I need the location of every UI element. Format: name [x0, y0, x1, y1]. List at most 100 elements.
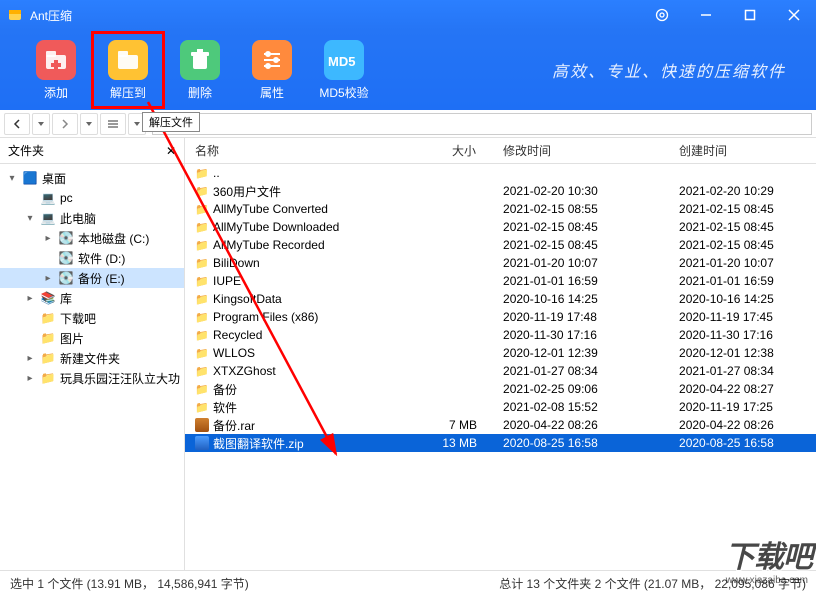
toolbar-label: 属性 — [260, 84, 284, 101]
file-create: 2020-11-19 17:45 — [669, 310, 816, 324]
file-create: 2020-12-01 12:38 — [669, 346, 816, 360]
file-row[interactable]: 📁备份2021-02-25 09:062020-04-22 08:27 — [185, 380, 816, 398]
toolbar-props-button[interactable]: 属性 — [236, 32, 308, 108]
file-row[interactable]: 备份.rar7 MB2020-04-22 08:262020-04-22 08:… — [185, 416, 816, 434]
svg-text:MD5: MD5 — [328, 54, 355, 69]
col-create[interactable]: 创建时间 — [669, 138, 816, 163]
folder-icon: 📁 — [40, 310, 56, 326]
tree-item[interactable]: ▾💻此电脑 — [0, 208, 184, 228]
file-row[interactable]: 📁软件2021-02-08 15:522020-11-19 17:25 — [185, 398, 816, 416]
tree-label: 桌面 — [42, 170, 66, 187]
file-mod: 2021-01-01 16:59 — [493, 274, 669, 288]
file-row[interactable]: 📁Program Files (x86)2020-11-19 17:482020… — [185, 308, 816, 326]
file-rows[interactable]: 📁..📁360用户文件2021-02-20 10:302021-02-20 10… — [185, 164, 816, 570]
file-mod: 2020-11-19 17:48 — [493, 310, 669, 324]
file-name: BiliDown — [213, 256, 260, 270]
tree-label: 软件 (D:) — [78, 250, 125, 267]
nav-forward-button[interactable] — [52, 113, 78, 135]
file-row[interactable]: 📁KingsoftData2020-10-16 14:252020-10-16 … — [185, 290, 816, 308]
tree-arrow-icon[interactable]: ▾ — [24, 213, 36, 224]
tree-label: 新建文件夹 — [60, 350, 120, 367]
close-button[interactable] — [772, 0, 816, 30]
folder-icon: 📁 — [195, 382, 209, 396]
toolbar-md5-button[interactable]: MD5MD5校验 — [308, 32, 380, 108]
file-create: 2021-01-27 08:34 — [669, 364, 816, 378]
toolbar-delete-button[interactable]: 删除 — [164, 32, 236, 108]
file-row[interactable]: 📁Recycled2020-11-30 17:162020-11-30 17:1… — [185, 326, 816, 344]
file-row[interactable]: 📁IUPE2021-01-01 16:592021-01-01 16:59 — [185, 272, 816, 290]
tree-label: 下载吧 — [60, 310, 96, 327]
file-mod: 2021-02-20 10:30 — [493, 184, 669, 198]
settings-button[interactable] — [640, 0, 684, 30]
file-name: 软件 — [213, 399, 237, 416]
tree-arrow-icon[interactable]: ▸ — [24, 373, 36, 384]
folder-icon: 📁 — [195, 346, 209, 360]
col-size[interactable]: 大小 — [417, 138, 493, 163]
maximize-button[interactable] — [728, 0, 772, 30]
tree-label: 此电脑 — [60, 210, 96, 227]
file-row[interactable]: 📁AllMyTube Downloaded2021-02-15 08:45202… — [185, 218, 816, 236]
file-row[interactable]: 📁.. — [185, 164, 816, 182]
minimize-button[interactable] — [684, 0, 728, 30]
file-row[interactable]: 📁 WLLOS 2020-12-01 12:392020-12-01 12:38 — [185, 344, 816, 362]
view-list-button[interactable] — [100, 113, 126, 135]
file-mod: 2020-12-01 12:39 — [493, 346, 669, 360]
file-size: 13 MB — [417, 436, 493, 450]
tree-item[interactable]: ▸💽本地磁盘 (C:) — [0, 228, 184, 248]
folder-icon: 📁 — [195, 274, 209, 288]
zip-icon — [195, 436, 209, 450]
tree-item[interactable]: 💻pc — [0, 188, 184, 208]
tree-item[interactable]: ▾🟦桌面 — [0, 168, 184, 188]
folder-icon: 📁 — [195, 400, 209, 414]
file-row[interactable]: 📁XTXZGhost2021-01-27 08:342021-01-27 08:… — [185, 362, 816, 380]
tree-item[interactable]: 📁图片 — [0, 328, 184, 348]
app-icon — [6, 6, 24, 24]
navbar: 解压文件 — [0, 110, 816, 138]
file-row[interactable]: 📁AllMyTube Converted2021-02-15 08:552021… — [185, 200, 816, 218]
titlebar: Ant压缩 — [0, 0, 816, 30]
file-create: 2020-11-19 17:25 — [669, 400, 816, 414]
tree-arrow-icon[interactable]: ▸ — [24, 293, 36, 304]
address-input[interactable] — [152, 113, 812, 135]
toolbar-extract-button[interactable]: 解压到 — [92, 32, 164, 108]
tree-arrow-icon[interactable]: ▸ — [24, 353, 36, 364]
sidebar-close-button[interactable]: ✕ — [166, 144, 176, 158]
tree-item[interactable]: ▸💽备份 (E:) — [0, 268, 184, 288]
file-create: 2021-01-20 10:07 — [669, 256, 816, 270]
folder-tree[interactable]: ▾🟦桌面💻pc▾💻此电脑▸💽本地磁盘 (C:)💽软件 (D:)▸💽备份 (E:)… — [0, 164, 184, 570]
tree-item[interactable]: ▸📚库 — [0, 288, 184, 308]
nav-back-button[interactable] — [4, 113, 30, 135]
rar-icon — [195, 418, 209, 432]
file-row[interactable]: 📁360用户文件2021-02-20 10:302021-02-20 10:29 — [185, 182, 816, 200]
pc-icon: 💻 — [40, 190, 56, 206]
folder-icon: 📁 — [195, 328, 209, 342]
nav-back-dropdown[interactable] — [32, 113, 50, 135]
folder-icon: 📁 — [195, 310, 209, 324]
file-create: 2020-10-16 14:25 — [669, 292, 816, 306]
list-header[interactable]: 名称 大小 修改时间 创建时间 注释 — [185, 138, 816, 164]
file-create: 2020-11-30 17:16 — [669, 328, 816, 342]
col-mod[interactable]: 修改时间 — [493, 138, 669, 163]
extract-tooltip: 解压文件 — [142, 112, 200, 132]
tree-item[interactable]: ▸📁新建文件夹 — [0, 348, 184, 368]
tree-item[interactable]: 💽软件 (D:) — [0, 248, 184, 268]
file-row[interactable]: 📁AllMyTube Recorded2021-02-15 08:452021-… — [185, 236, 816, 254]
tree-arrow-icon[interactable]: ▸ — [42, 233, 54, 244]
folder-icon: 📁 — [195, 220, 209, 234]
file-mod: 2021-01-20 10:07 — [493, 256, 669, 270]
col-name[interactable]: 名称 — [185, 138, 417, 163]
tree-arrow-icon[interactable]: ▸ — [42, 273, 54, 284]
file-name: WLLOS — [213, 346, 255, 360]
file-row[interactable]: 📁BiliDown2021-01-20 10:072021-01-20 10:0… — [185, 254, 816, 272]
props-icon — [252, 40, 292, 80]
file-row[interactable]: 截图翻译软件.zip13 MB2020-08-25 16:582020-08-2… — [185, 434, 816, 452]
file-create: 2021-02-15 08:45 — [669, 220, 816, 234]
extract-icon — [108, 40, 148, 80]
nav-forward-dropdown[interactable] — [80, 113, 98, 135]
toolbar-add-button[interactable]: 添加 — [20, 32, 92, 108]
tree-arrow-icon[interactable]: ▾ — [6, 173, 18, 184]
lib-icon: 📚 — [40, 290, 56, 306]
sidebar: 文件夹 ✕ ▾🟦桌面💻pc▾💻此电脑▸💽本地磁盘 (C:)💽软件 (D:)▸💽备… — [0, 138, 185, 570]
tree-item[interactable]: ▸📁玩具乐园汪汪队立大功 — [0, 368, 184, 388]
tree-item[interactable]: 📁下载吧 — [0, 308, 184, 328]
